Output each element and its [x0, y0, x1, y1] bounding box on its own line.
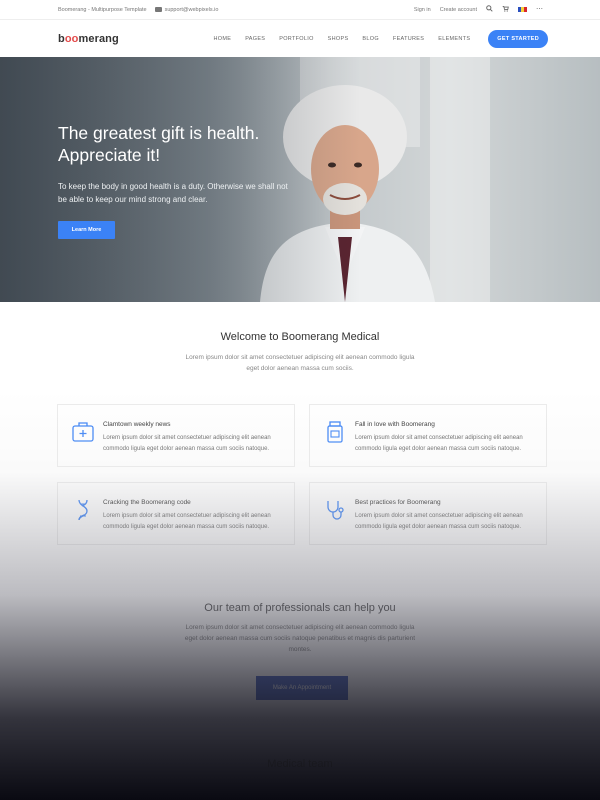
hero-title-line1: The greatest gift is health. — [58, 123, 260, 143]
feature-card-text: Lorem ipsum dolor sit amet consectetuer … — [355, 435, 523, 452]
search-icon[interactable] — [486, 5, 493, 14]
feature-card-text: Lorem ipsum dolor sit amet consectetuer … — [103, 435, 271, 452]
dna-icon — [78, 499, 88, 521]
support-email-text: support@webpixels.io — [164, 7, 219, 13]
feature-card-title: Clamtown weekly news — [103, 421, 171, 428]
hero-title: The greatest gift is health. Appreciate … — [58, 122, 298, 166]
nav-item-home[interactable]: HOME — [214, 36, 232, 42]
nav-item-pages[interactable]: PAGES — [245, 36, 265, 42]
feature-card[interactable]: Clamtown weekly news Lorem ipsum dolor s… — [57, 404, 295, 467]
team-text: Lorem ipsum dolor sit amet consectetuer … — [184, 624, 416, 653]
nav-item-features[interactable]: FEATURES — [393, 36, 424, 42]
make-appointment-button[interactable]: Make An Appointment — [256, 676, 348, 700]
site-name: Boomerang - Multipurpose Template — [58, 6, 147, 13]
feature-card[interactable]: Fall in love with Boomerang Lorem ipsum … — [309, 404, 547, 467]
nav-item-blog[interactable]: BLOG — [362, 36, 378, 42]
welcome-title: Welcome to Boomerang Medical — [220, 331, 380, 343]
create-account-link[interactable]: Create account — [440, 7, 477, 13]
medicine-bottle-icon — [327, 421, 343, 443]
hero-section: The greatest gift is health. Appreciate … — [0, 57, 600, 302]
top-bar: Boomerang - Multipurpose Template suppor… — [0, 0, 600, 20]
logo-part-merang: merang — [78, 33, 119, 45]
nav-item-portfolio[interactable]: PORTFOLIO — [279, 36, 313, 42]
cart-icon[interactable] — [502, 5, 509, 14]
nav-item-elements[interactable]: ELEMENTS — [438, 36, 470, 42]
logo-part-b: b — [58, 33, 65, 45]
feature-card-title: Best practices for Boomerang — [355, 499, 441, 506]
logo-part-oo: oo — [64, 33, 79, 45]
feature-card-title: Cracking the Boomerang code — [103, 499, 191, 506]
support-email[interactable]: support@webpixels.io — [154, 6, 219, 13]
learn-more-button[interactable]: Learn More — [58, 221, 115, 239]
feature-card[interactable]: Cracking the Boomerang code Lorem ipsum … — [57, 482, 295, 545]
hero-text: The greatest gift is health. Appreciate … — [58, 122, 298, 206]
welcome-text: Lorem ipsum dolor sit amet consectetuer … — [185, 354, 415, 372]
feature-card-text: Lorem ipsum dolor sit amet consectetuer … — [103, 513, 271, 530]
medical-kit-icon — [72, 422, 94, 442]
team-title: Our team of professionals can help you — [204, 602, 396, 614]
more-icon[interactable]: ⋯ — [536, 6, 543, 13]
feature-card[interactable]: Best practices for Boomerang Lorem ipsum… — [309, 482, 547, 545]
sign-in-link[interactable]: Sign in — [414, 7, 431, 13]
logo[interactable]: boomerang — [58, 33, 119, 45]
hero-title-line2: Appreciate it! — [58, 145, 161, 165]
feature-card-title: Fall in love with Boomerang — [355, 421, 435, 428]
mail-icon — [154, 7, 162, 12]
main-navbar: boomerang HOME PAGES PORTFOLIO SHOPS BLO… — [0, 20, 600, 58]
get-started-button[interactable]: GET STARTED — [488, 30, 548, 48]
hero-subtitle: To keep the body in good health is a dut… — [58, 182, 288, 204]
flag-icon[interactable] — [518, 7, 527, 12]
nav-item-shops[interactable]: SHOPS — [328, 36, 349, 42]
feature-card-text: Lorem ipsum dolor sit amet consectetuer … — [355, 513, 523, 530]
stethoscope-icon — [327, 501, 344, 520]
medical-team-title: Medical team — [267, 758, 333, 770]
nav-menu: HOME PAGES PORTFOLIO SHOPS BLOG FEATURES… — [200, 30, 548, 48]
